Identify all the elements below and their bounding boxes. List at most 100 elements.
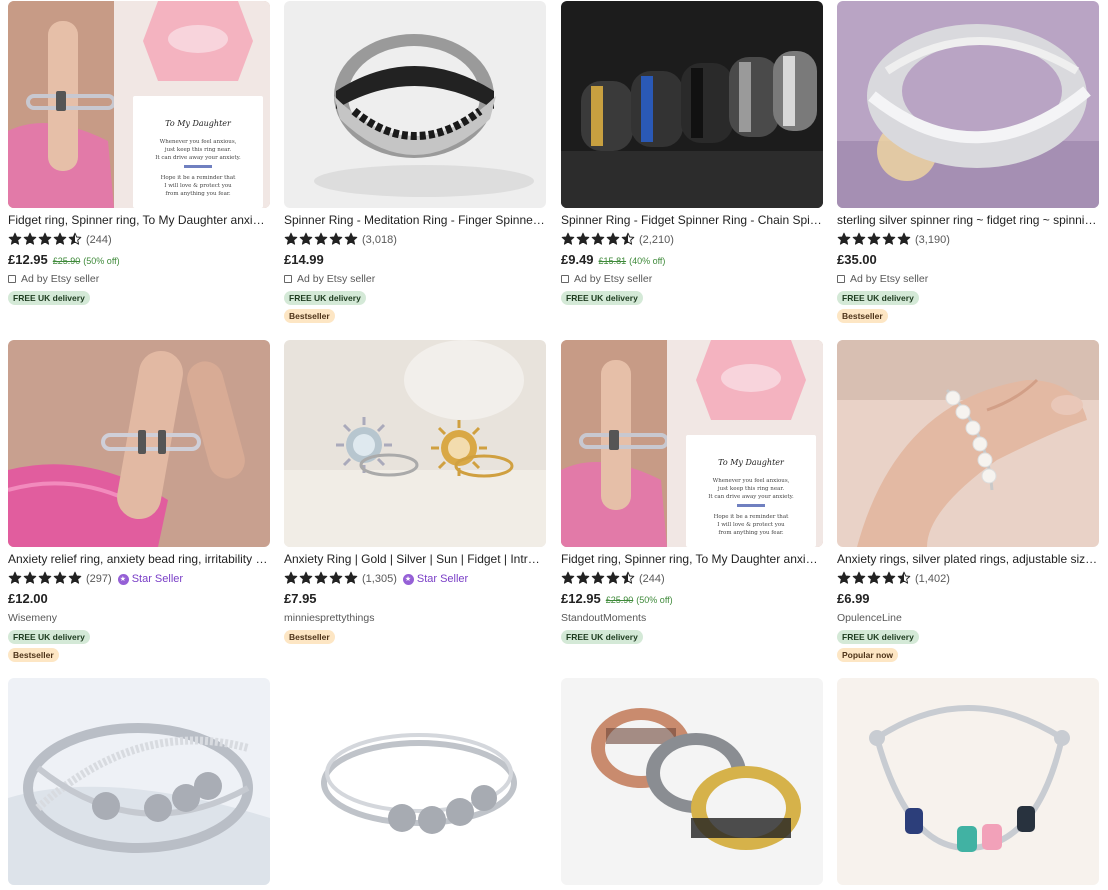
- star-icon: [852, 571, 866, 588]
- price: £12.00: [8, 591, 48, 606]
- listing-title[interactable]: Spinner Ring - Fidget Spinner Ring - Cha…: [561, 212, 823, 228]
- rating-row: (297) Star Seller: [8, 569, 270, 589]
- listing-card[interactable]: Spinner Ring - Fidget Spinner Ring - Cha…: [561, 1, 823, 305]
- listing-title[interactable]: Anxiety relief ring, anxiety bead ring, …: [8, 551, 270, 567]
- listing-image[interactable]: To My Daughter Whenever you feel anxious…: [561, 340, 823, 547]
- star-rating: [284, 232, 358, 249]
- svg-text:I will love & protect you: I will love & protect you: [164, 183, 232, 189]
- review-count: (297): [86, 573, 112, 585]
- listing-title[interactable]: Fidget ring, Spinner ring, To My Daughte…: [8, 212, 270, 228]
- star-icon: [837, 232, 851, 249]
- listing-card[interactable]: [561, 678, 823, 885]
- star-icon: [606, 571, 620, 588]
- listing-image[interactable]: [284, 1, 546, 208]
- listing-badge: FREE UK delivery: [8, 291, 90, 305]
- review-count: (3,190): [915, 234, 950, 246]
- listing-image[interactable]: [284, 678, 546, 885]
- discount: (40% off): [629, 256, 666, 266]
- price: £14.99: [284, 252, 324, 267]
- star-icon: [576, 571, 590, 588]
- listing-badge: FREE UK delivery: [284, 291, 366, 305]
- price-row: £6.99: [837, 591, 1099, 609]
- listing-title[interactable]: Spinner Ring - Meditation Ring - Finger …: [284, 212, 546, 228]
- star-rating: [284, 571, 358, 588]
- listing-image[interactable]: [837, 678, 1099, 885]
- listing-image[interactable]: To My Daughter Whenever you feel anxious…: [8, 1, 270, 208]
- listing-image[interactable]: [284, 340, 546, 547]
- price: £12.95: [8, 252, 48, 267]
- rating-row: (3,018): [284, 230, 546, 250]
- star-icon: [314, 571, 328, 588]
- listing-image[interactable]: [8, 340, 270, 547]
- price: £7.95: [284, 591, 317, 606]
- listing-badge: Bestseller: [284, 309, 335, 323]
- listing-card[interactable]: Anxiety Ring | Gold | Silver | Sun | Fid…: [284, 340, 546, 644]
- badges: FREE UK delivery: [561, 291, 823, 305]
- star-icon: [591, 232, 605, 249]
- listing-badge: Bestseller: [837, 309, 888, 323]
- price-row: £12.00: [8, 591, 270, 609]
- shop-name[interactable]: StandoutMoments: [561, 610, 823, 626]
- price-row: £7.95: [284, 591, 546, 609]
- svg-text:Whenever you feel anxious,: Whenever you feel anxious,: [160, 139, 237, 145]
- star-icon: [591, 571, 605, 588]
- rating-row: (3,190): [837, 230, 1099, 250]
- ad-icon: [284, 275, 292, 283]
- shop-label: Wisemeny: [8, 612, 58, 624]
- svg-text:To My Daughter: To My Daughter: [718, 458, 785, 467]
- star-icon: [852, 232, 866, 249]
- star-icon: [897, 232, 911, 249]
- badges: FREE UK delivery Bestseller: [8, 630, 270, 662]
- star-rating: [561, 232, 635, 249]
- listing-card[interactable]: Spinner Ring - Meditation Ring - Finger …: [284, 1, 546, 323]
- listing-image[interactable]: [837, 1, 1099, 208]
- listing-card[interactable]: To My Daughter Whenever you feel anxious…: [561, 340, 823, 644]
- review-count: (1,305): [362, 573, 397, 585]
- listing-card[interactable]: Anxiety rings, silver plated rings, adju…: [837, 340, 1099, 662]
- star-icon: [53, 571, 67, 588]
- star-icon: [284, 232, 298, 249]
- original-price: £25.90: [605, 595, 634, 605]
- badges: FREE UK delivery Popular now: [837, 630, 1099, 662]
- svg-text:from anything you fear.: from anything you fear.: [718, 530, 783, 536]
- listing-image[interactable]: [837, 340, 1099, 547]
- star-icon: [561, 232, 575, 249]
- shop-name[interactable]: Wisemeny: [8, 610, 270, 626]
- star-icon: [561, 571, 575, 588]
- listing-card[interactable]: To My Daughter Whenever you feel anxious…: [8, 1, 270, 305]
- svg-text:from anything you fear.: from anything you fear.: [165, 191, 230, 197]
- shop-name: Ad by Etsy seller: [837, 271, 1099, 287]
- listing-card[interactable]: [284, 678, 546, 885]
- svg-text:Hope it be a reminder that: Hope it be a reminder that: [714, 514, 789, 520]
- star-seller-badge: Star Seller: [117, 573, 183, 585]
- star-icon: [68, 571, 82, 588]
- listing-title[interactable]: sterling silver spinner ring ~ fidget ri…: [837, 212, 1099, 228]
- price: £12.95: [561, 591, 601, 606]
- shop-name[interactable]: minniesprettythings: [284, 610, 546, 626]
- listing-card[interactable]: [8, 678, 270, 885]
- discount: (50% off): [636, 595, 673, 605]
- listing-badge: Bestseller: [284, 630, 335, 644]
- review-count: (1,402): [915, 573, 950, 585]
- listing-image[interactable]: [561, 1, 823, 208]
- listing-title[interactable]: Anxiety Ring | Gold | Silver | Sun | Fid…: [284, 551, 546, 567]
- listing-title[interactable]: Fidget ring, Spinner ring, To My Daughte…: [561, 551, 823, 567]
- price-row: £12.95 £25.90 (50% off): [561, 591, 823, 609]
- listing-badge: FREE UK delivery: [837, 630, 919, 644]
- shop-label: Ad by Etsy seller: [21, 273, 100, 285]
- listing-card[interactable]: [837, 678, 1099, 885]
- listing-badge: FREE UK delivery: [8, 630, 90, 644]
- listing-card[interactable]: Anxiety relief ring, anxiety bead ring, …: [8, 340, 270, 662]
- listing-title[interactable]: Anxiety rings, silver plated rings, adju…: [837, 551, 1099, 567]
- price: £9.49: [561, 252, 594, 267]
- shop-name[interactable]: OpulenceLine: [837, 610, 1099, 626]
- listing-image[interactable]: [561, 678, 823, 885]
- shop-label: Ad by Etsy seller: [574, 273, 653, 285]
- listing-image[interactable]: [8, 678, 270, 885]
- star-rating: [837, 232, 911, 249]
- star-icon: [284, 571, 298, 588]
- listing-card[interactable]: sterling silver spinner ring ~ fidget ri…: [837, 1, 1099, 323]
- star-icon: [344, 232, 358, 249]
- star-rating: [561, 571, 635, 588]
- rating-row: (244): [8, 230, 270, 250]
